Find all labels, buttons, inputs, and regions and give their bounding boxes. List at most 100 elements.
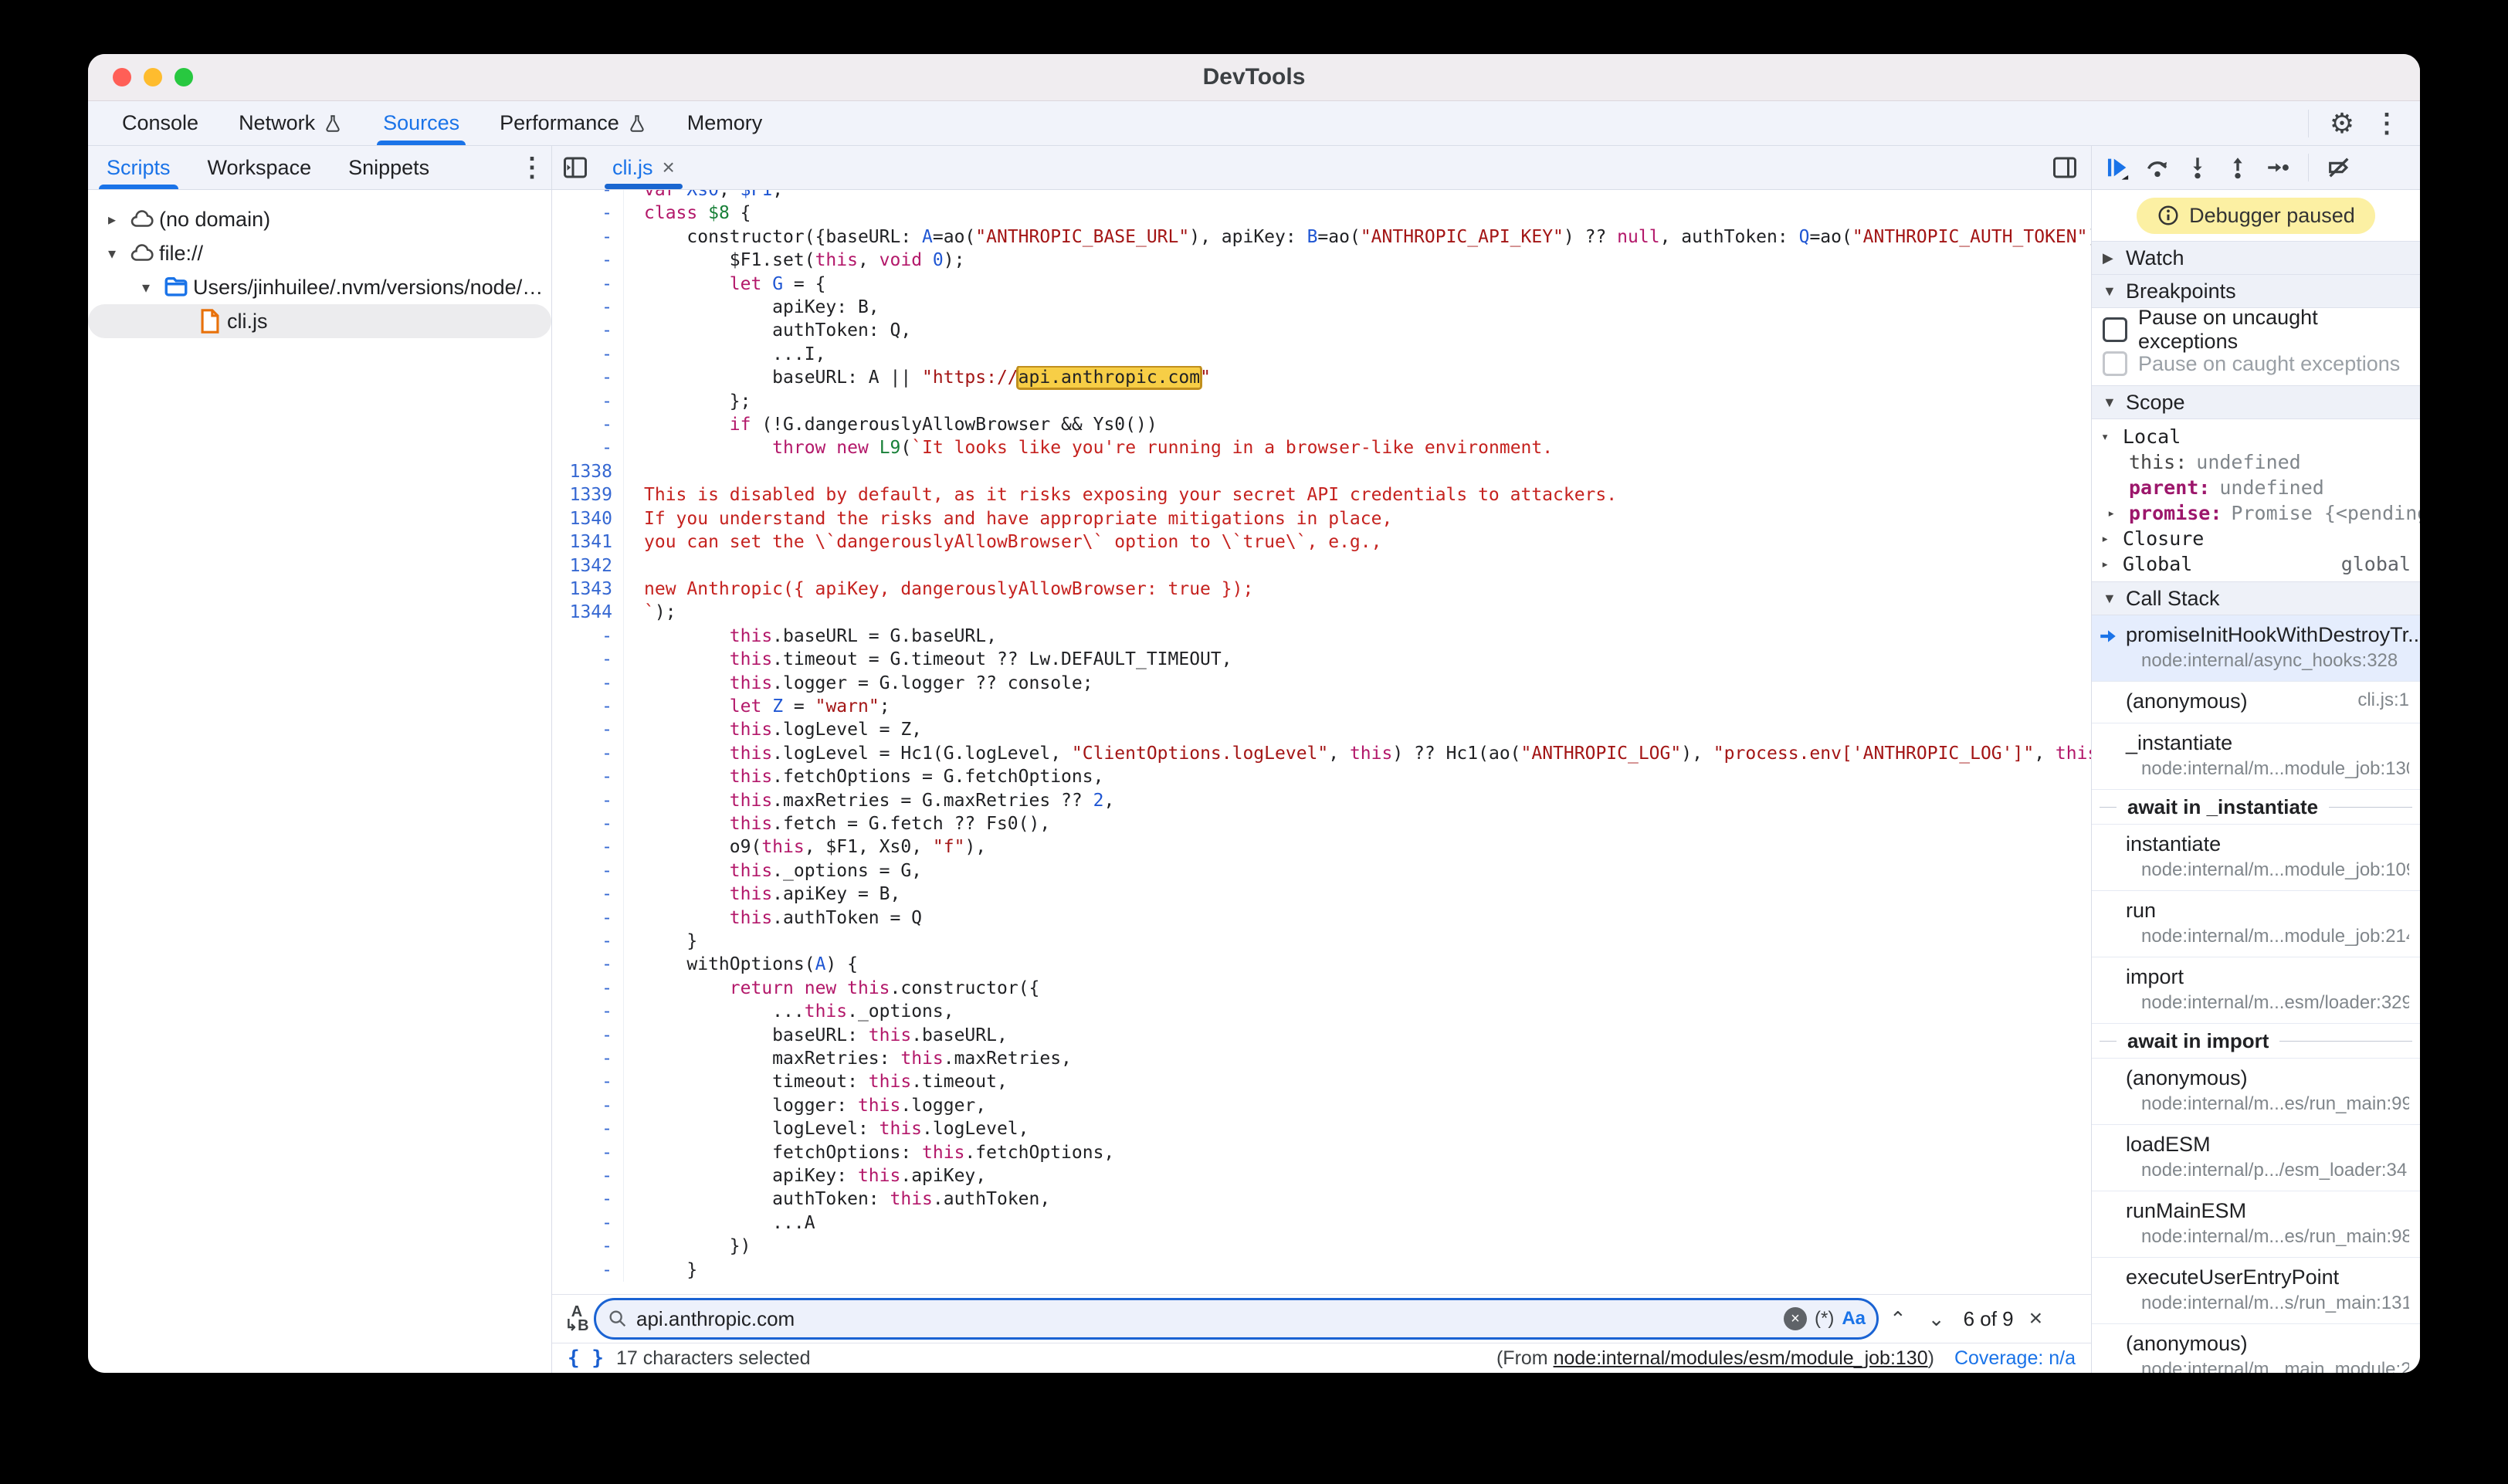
tab-console[interactable]: Console	[102, 101, 219, 145]
previous-match-icon[interactable]: ⌃	[1879, 1307, 1917, 1331]
code-line[interactable]: - })	[552, 1235, 2091, 1258]
collapse-navigator-icon[interactable]	[561, 154, 589, 181]
line-gutter[interactable]: -	[552, 930, 624, 953]
navigator-tab-workspace[interactable]: Workspace	[189, 146, 330, 189]
line-gutter[interactable]: -	[552, 1070, 624, 1093]
clear-search-icon[interactable]: ×	[1784, 1307, 1807, 1330]
scope-section-header[interactable]: ▼ Scope	[2092, 385, 2420, 419]
line-gutter[interactable]: -	[552, 789, 624, 812]
tree-item[interactable]: ▸(no domain)	[88, 202, 551, 236]
expanded-arrow-icon[interactable]: ▾	[99, 244, 125, 263]
step-out-icon[interactable]	[2220, 150, 2256, 185]
code-line[interactable]: - ...A	[552, 1211, 2091, 1235]
step-icon[interactable]	[2260, 150, 2296, 185]
line-gutter[interactable]: -	[552, 672, 624, 695]
navigator-more-icon[interactable]: ⋮	[513, 148, 551, 187]
callstack-frame[interactable]: importnode:internal/m...esm/loader:329	[2092, 957, 2420, 1024]
code-line[interactable]: 1340If you understand the risks and have…	[552, 507, 2091, 530]
line-gutter[interactable]: -	[552, 436, 624, 459]
regex-toggle[interactable]: (*)	[1815, 1308, 1834, 1330]
code-line[interactable]: - let Z = "warn";	[552, 695, 2091, 718]
code-line[interactable]: - this.fetch = G.fetch ?? Fs0(),	[552, 812, 2091, 835]
code-line[interactable]: - };	[552, 390, 2091, 413]
source-origin-link[interactable]: node:internal/modules/esm/module_job:130	[1554, 1347, 1928, 1369]
tab-performance[interactable]: Performance	[480, 101, 667, 145]
collapsed-arrow-icon[interactable]: ▸	[2101, 531, 2123, 547]
more-options-icon[interactable]: ⋮	[2367, 104, 2406, 143]
line-gutter[interactable]: -	[552, 1024, 624, 1047]
code-line[interactable]: - timeout: this.timeout,	[552, 1070, 2091, 1093]
pause-exceptions-row[interactable]: Pause on caught exceptions	[2092, 347, 2420, 381]
expanded-arrow-icon[interactable]: ▾	[133, 278, 159, 297]
code-line[interactable]: - maxRetries: this.maxRetries,	[552, 1047, 2091, 1070]
line-gutter[interactable]: -	[552, 366, 624, 389]
line-gutter[interactable]: -	[552, 625, 624, 648]
callstack-frame[interactable]: _instantiatenode:internal/m...module_job…	[2092, 723, 2420, 790]
match-case-toggle[interactable]: Aa	[1842, 1308, 1866, 1330]
code-line[interactable]: - this.maxRetries = G.maxRetries ?? 2,	[552, 789, 2091, 812]
line-gutter[interactable]: -	[552, 953, 624, 976]
scope-variable[interactable]: this:undefined	[2092, 449, 2420, 475]
code-line[interactable]: 1343new Anthropic({ apiKey, dangerouslyA…	[552, 578, 2091, 601]
code-line[interactable]: 1341you can set the \`dangerouslyAllowBr…	[552, 530, 2091, 554]
pretty-print-icon[interactable]: { }	[568, 1347, 604, 1370]
code-line[interactable]: -var Xs0, $F1;	[552, 190, 2091, 202]
code-line[interactable]: - this.fetchOptions = G.fetchOptions,	[552, 765, 2091, 788]
line-gutter[interactable]: -	[552, 296, 624, 319]
tab-memory[interactable]: Memory	[667, 101, 783, 145]
line-gutter[interactable]: -	[552, 202, 624, 225]
navigator-tab-scripts[interactable]: Scripts	[88, 146, 189, 189]
scope-group-closure[interactable]: ▸Closure	[2092, 526, 2420, 551]
line-gutter[interactable]: -	[552, 718, 624, 741]
code-line[interactable]: - let G = {	[552, 273, 2091, 296]
code-line[interactable]: - baseURL: this.baseURL,	[552, 1024, 2091, 1047]
code-editor[interactable]: -var Xs0, $F1;-class $8 {- constructor({…	[552, 190, 2091, 1294]
line-gutter[interactable]: -	[552, 859, 624, 883]
line-gutter[interactable]: 1340	[552, 507, 624, 530]
code-line[interactable]: -class $8 {	[552, 202, 2091, 225]
collapsed-arrow-icon[interactable]: ▸	[99, 210, 125, 229]
line-gutter[interactable]: -	[552, 742, 624, 765]
line-gutter[interactable]: -	[552, 249, 624, 272]
file-tab-clijs[interactable]: cli.js ×	[600, 146, 687, 189]
callstack-section-header[interactable]: ▼ Call Stack	[2092, 581, 2420, 615]
close-find-bar-icon[interactable]: ×	[2022, 1306, 2051, 1332]
search-input[interactable]: api.anthropic.com × (*) Aa	[594, 1298, 1879, 1340]
coverage-link[interactable]: Coverage: n/a	[1954, 1347, 2076, 1370]
replace-toggle-icon[interactable]: A↳B	[560, 1305, 594, 1333]
line-gutter[interactable]: -	[552, 695, 624, 718]
code-line[interactable]: - this.authToken = Q	[552, 906, 2091, 930]
line-gutter[interactable]: -	[552, 1117, 624, 1140]
code-line[interactable]: - throw new L9(`It looks like you're run…	[552, 436, 2091, 459]
scope-group-local[interactable]: ▾Local	[2092, 424, 2420, 449]
line-gutter[interactable]: -	[552, 190, 624, 202]
line-gutter[interactable]: -	[552, 1259, 624, 1282]
scope-group-global[interactable]: ▸Globalglobal	[2092, 551, 2420, 577]
line-gutter[interactable]: 1339	[552, 483, 624, 507]
line-gutter[interactable]: -	[552, 1211, 624, 1235]
line-gutter[interactable]: -	[552, 1188, 624, 1211]
callstack-frame[interactable]: promiseInitHookWithDestroyTr...node:inte…	[2092, 615, 2420, 682]
breakpoints-section-header[interactable]: ▼ Breakpoints	[2092, 275, 2420, 308]
code-line[interactable]: - }	[552, 1259, 2091, 1282]
line-gutter[interactable]: -	[552, 1235, 624, 1258]
line-gutter[interactable]: -	[552, 1141, 624, 1164]
callstack-frame[interactable]: (anonymous)node:internal/m...main_module…	[2092, 1324, 2420, 1373]
code-line[interactable]: - constructor({baseURL: A=ao("ANTHROPIC_…	[552, 225, 2091, 249]
code-line[interactable]: - apiKey: B,	[552, 296, 2091, 319]
line-gutter[interactable]: -	[552, 906, 624, 930]
line-gutter[interactable]: -	[552, 648, 624, 671]
code-line[interactable]: - if (!G.dangerouslyAllowBrowser && Ys0(…	[552, 413, 2091, 436]
code-line[interactable]: - fetchOptions: this.fetchOptions,	[552, 1141, 2091, 1164]
code-line[interactable]: - baseURL: A || "https://api.anthropic.c…	[552, 366, 2091, 389]
callstack-frame[interactable]: instantiatenode:internal/m...module_job:…	[2092, 825, 2420, 891]
scope-variable[interactable]: ▸promise:Promise {<pending>}	[2092, 500, 2420, 526]
line-gutter[interactable]: -	[552, 390, 624, 413]
checkbox[interactable]	[2103, 317, 2127, 342]
line-gutter[interactable]: -	[552, 343, 624, 366]
tree-item[interactable]: ▾file://	[88, 236, 551, 270]
collapsed-arrow-icon[interactable]: ▸	[2101, 557, 2123, 572]
step-into-icon[interactable]	[2180, 150, 2215, 185]
line-gutter[interactable]: -	[552, 765, 624, 788]
line-gutter[interactable]: 1343	[552, 578, 624, 601]
